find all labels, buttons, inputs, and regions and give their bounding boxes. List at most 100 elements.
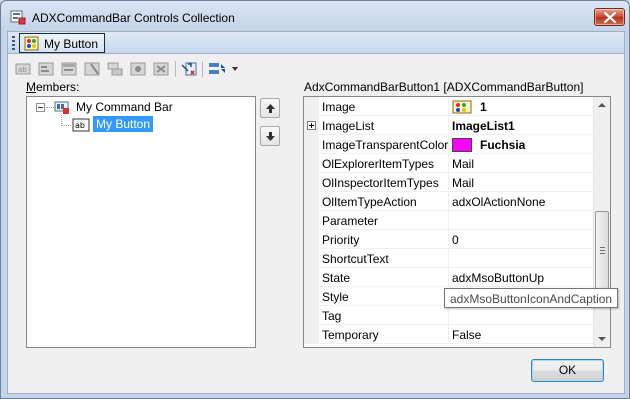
move-down-button[interactable] [260, 126, 280, 146]
property-value[interactable]: adxMsoButtonUp [450, 268, 594, 287]
image-icon [452, 100, 472, 114]
property-value[interactable]: adxOlActionNone [450, 192, 594, 211]
scroll-thumb[interactable] [595, 211, 609, 289]
move-control-icon[interactable] [180, 60, 198, 78]
property-value[interactable] [450, 211, 594, 230]
property-name: Style [320, 287, 449, 306]
tree-item-label-selected: My Button [93, 116, 154, 132]
scroll-grip-icon [600, 247, 605, 254]
property-row[interactable]: Parameter [304, 211, 594, 230]
row-gutter [304, 268, 319, 287]
dialog-window: ADXCommandBar Controls Collection My But… [0, 0, 630, 399]
property-name: Image [320, 97, 449, 116]
property-value[interactable]: False [450, 325, 594, 344]
window-app-icon [10, 9, 26, 25]
command-bar-preview: My Button [8, 32, 624, 54]
dropdown-control-icon[interactable] [60, 60, 78, 78]
property-grid[interactable]: Image 1 ImageList ImageList1 ImageTransp… [303, 96, 611, 348]
property-row[interactable]: Priority 0 [304, 230, 594, 249]
property-name: State [320, 268, 449, 287]
row-gutter [304, 154, 319, 173]
property-grid-scrollbar[interactable] [593, 97, 610, 347]
color-swatch [452, 138, 472, 152]
property-row[interactable]: Temporary False [304, 325, 594, 344]
style-value-tooltip: adxMsoButtonIconAndCaption [444, 288, 619, 308]
members-tree[interactable]: My Command Bar ab My Button [26, 96, 256, 348]
toolbar-separator [202, 61, 203, 77]
property-value[interactable]: Mail [450, 154, 594, 173]
row-gutter [304, 116, 319, 135]
property-name: Priority [320, 230, 449, 249]
controls-toolbar: ab [10, 58, 270, 80]
property-row[interactable]: OlItemTypeAction adxOlActionNone [304, 192, 594, 211]
row-gutter [304, 306, 319, 325]
collapse-toggle-icon[interactable] [36, 103, 45, 112]
arrow-up-icon [266, 104, 275, 113]
property-name: OlInspectorItemTypes [320, 173, 449, 192]
close-icon [604, 12, 616, 23]
members-label-hotkey: M [26, 80, 36, 94]
control-adv-icon[interactable] [129, 60, 147, 78]
row-gutter [304, 325, 319, 344]
property-name: Tag [320, 306, 449, 325]
property-name: OlExplorerItemTypes [320, 154, 449, 173]
property-row[interactable]: ShortcutText [304, 249, 594, 268]
property-row[interactable]: State adxMsoButtonUp [304, 268, 594, 287]
row-gutter [304, 97, 319, 116]
ok-button[interactable]: OK [531, 359, 604, 382]
remove-control-icon[interactable] [152, 60, 170, 78]
property-row[interactable]: ImageTransparentColor Fuchsia [304, 135, 594, 154]
property-grid-title: AdxCommandBarButton1 [ADXCommandBarButto… [304, 80, 584, 94]
button-control-icon[interactable]: ab [14, 60, 32, 78]
row-gutter [304, 230, 319, 249]
preview-button-label: My Button [44, 37, 99, 51]
property-value[interactable]: ImageList1 [450, 116, 594, 135]
members-label-rest: embers: [36, 80, 80, 94]
property-row[interactable]: ImageList ImageList1 [304, 116, 594, 135]
property-value[interactable]: 1 [450, 97, 594, 116]
property-value[interactable] [450, 306, 594, 325]
row-gutter [304, 135, 319, 154]
command-bar-icon [54, 99, 70, 115]
property-value[interactable] [450, 249, 594, 268]
arrow-down-icon [266, 132, 275, 141]
edit-control-icon[interactable] [83, 60, 101, 78]
palette-button-icon [24, 36, 40, 52]
property-value-text: 1 [480, 100, 487, 114]
row-gutter [304, 287, 319, 306]
tree-item-label: My Command Bar [76, 100, 173, 114]
property-row[interactable]: OlExplorerItemTypes Mail [304, 154, 594, 173]
property-row[interactable]: Tag [304, 306, 594, 325]
property-name: Parameter [320, 211, 449, 230]
svg-text:ab: ab [75, 121, 85, 130]
property-value[interactable]: 0 [450, 230, 594, 249]
svg-text:ab: ab [18, 66, 27, 74]
dialog-client-area: My Button ab Members: My Command Bar ab … [7, 31, 625, 394]
preview-my-button[interactable]: My Button [19, 33, 105, 53]
toolbar-separator [175, 61, 176, 77]
popup-control-icon[interactable] [106, 60, 124, 78]
property-name: Temporary [320, 325, 449, 344]
button-item-icon: ab [72, 117, 90, 133]
close-button[interactable] [594, 8, 625, 26]
members-label: Members: [26, 80, 79, 94]
scroll-up-icon[interactable] [594, 97, 610, 114]
tree-connector [46, 107, 54, 108]
combobox-control-icon[interactable] [37, 60, 55, 78]
row-gutter [304, 211, 319, 230]
expand-icon[interactable] [307, 121, 316, 130]
title-bar[interactable]: ADXCommandBar Controls Collection [1, 1, 629, 31]
sort-dropdown-icon[interactable] [207, 60, 241, 78]
property-row[interactable]: OlInspectorItemTypes Mail [304, 173, 594, 192]
scroll-down-icon[interactable] [594, 330, 610, 347]
property-value[interactable]: Fuchsia [450, 135, 594, 154]
property-row[interactable]: Image 1 [304, 97, 594, 116]
row-gutter [304, 173, 319, 192]
toolbar-grip-icon[interactable] [12, 36, 15, 50]
move-up-button[interactable] [260, 98, 280, 118]
tree-connector [61, 125, 71, 126]
property-value[interactable]: Mail [450, 173, 594, 192]
property-value-text: Fuchsia [480, 138, 526, 152]
property-name: OlItemTypeAction [320, 192, 449, 211]
property-name: ShortcutText [320, 249, 449, 268]
